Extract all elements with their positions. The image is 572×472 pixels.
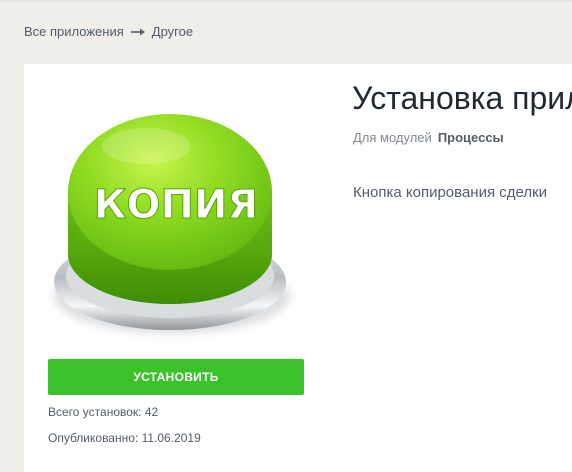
page-title: Установка приложения — [352, 80, 572, 116]
install-button[interactable]: УСТАНОВИТЬ — [48, 359, 304, 395]
app-card: КОПИЯ УСТАНОВИТЬ Всего установок: 42 Опу… — [24, 64, 572, 472]
published-date: Опубликованно: 11.06.2019 — [48, 431, 201, 445]
arrow-right-icon — [130, 28, 145, 36]
module-prefix: Для модулей — [353, 130, 432, 145]
module-link[interactable]: Процессы — [438, 130, 504, 145]
breadcrumb: Все приложения Другое — [24, 24, 193, 39]
breadcrumb-all-apps[interactable]: Все приложения — [24, 24, 124, 39]
app-image: КОПИЯ — [46, 84, 306, 344]
app-image-label: КОПИЯ — [94, 182, 258, 228]
app-description: Кнопка копирования сделки — [353, 184, 548, 201]
breadcrumb-other[interactable]: Другое — [152, 24, 193, 39]
install-count: Всего установок: 42 — [48, 405, 159, 419]
top-strip — [0, 0, 572, 2]
module-info: Для модулей Процессы — [353, 130, 504, 145]
